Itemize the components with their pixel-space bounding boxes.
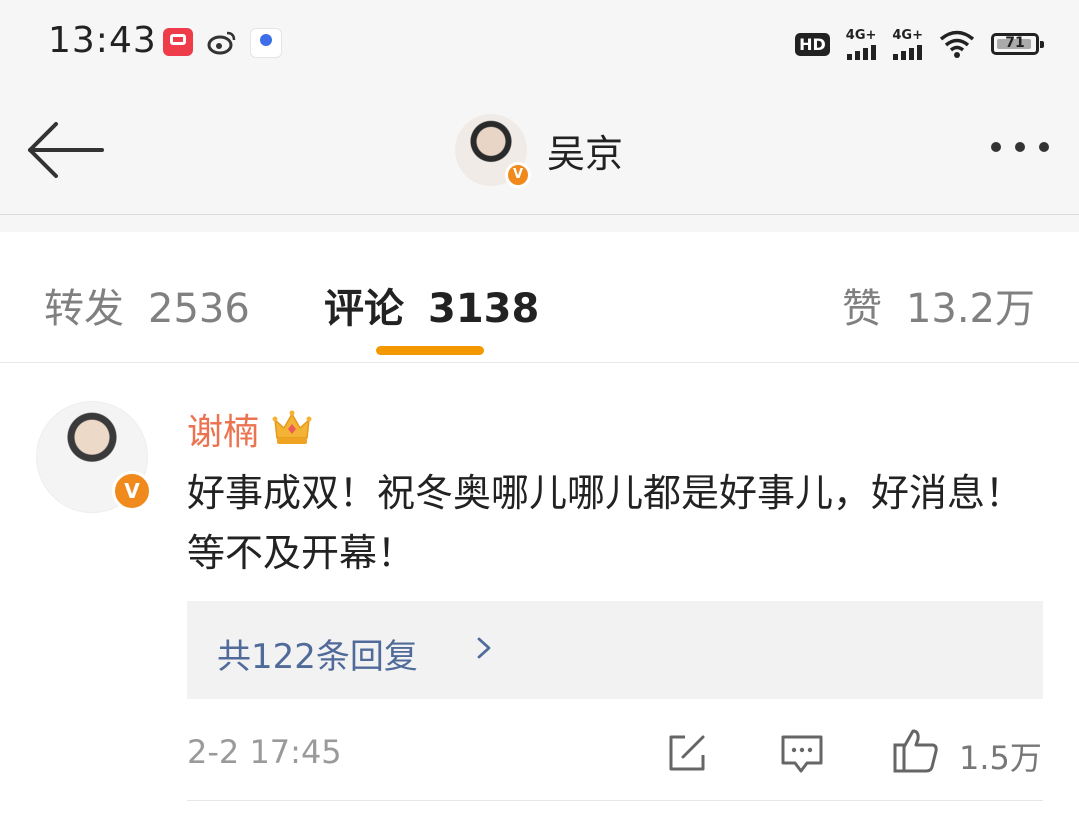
weibo-icon [207,28,237,56]
battery-icon: 71 [991,33,1044,55]
comment-timestamp: 2-2 17:45 [187,733,342,771]
verified-badge-icon: V [505,162,531,188]
tab-comments-label: 评论 [324,286,404,332]
tab-repost-count: 2536 [148,286,250,332]
comment-text: 好事成双！祝冬奥哪儿哪儿都是好事儿，好消息！等不及开幕！ [187,471,1024,575]
more-options-button[interactable] [991,142,1049,152]
crown-icon [272,410,312,444]
replies-box[interactable]: 共122条回复 [187,601,1043,699]
title-bar: V 吴京 [0,90,1079,215]
thumbs-up-icon[interactable] [891,725,941,775]
status-indicators: HD 4G+ 4G+ 71 [795,22,1044,66]
comment-author-name[interactable]: 谢楠 [187,403,259,455]
share-icon[interactable] [665,731,709,775]
comment-icon[interactable] [779,731,825,775]
tab-bar: 转发 2536 评论 3138 赞 13.2万 [0,232,1079,363]
back-arrow-icon[interactable] [24,118,108,182]
chevron-right-icon [477,637,491,659]
wifi-icon [939,30,975,58]
tab-likes[interactable]: 赞 13.2万 [842,276,1035,334]
tab-repost-label: 转发 [44,286,124,332]
hd-voice-icon: HD [795,32,830,56]
active-tab-indicator [376,346,484,355]
status-bar: 13:43 HD 4G+ 4G+ 71 [0,0,1079,90]
clock: 13:43 [48,20,157,61]
battery-level: 71 [1005,35,1025,51]
comment-like-count: 1.5万 [959,739,1042,777]
comment-list: V 谢楠 好事成双！祝冬奥哪儿哪儿都是好事儿，好消息！等不及开幕！ 共122条回… [0,363,1079,814]
tab-likes-label: 赞 [841,286,882,332]
divider [187,800,1043,801]
tab-repost[interactable]: 转发 2536 [44,276,250,334]
comment-author-row: 谢楠 [187,403,313,455]
tab-comments[interactable]: 评论 3138 [324,276,539,334]
kuaishou-icon [163,28,193,56]
baidu-icon [250,28,282,58]
tab-likes-count: 13.2万 [905,286,1035,332]
page-title: 吴京 [547,131,624,176]
sim2-signal-icon: 4G+ [892,29,923,60]
comment-avatar[interactable]: V [36,401,152,513]
sim1-signal-icon: 4G+ [845,27,877,60]
view-replies-link[interactable]: 共122条回复 [217,629,418,678]
avatar[interactable]: V [455,114,531,188]
profile-header[interactable]: V 吴京 [455,114,624,188]
sim2-network-type: 4G+ [892,27,923,43]
tab-comments-count: 3138 [428,286,540,332]
comment-footer: 2-2 17:45 1.5万 [187,719,1043,789]
sim1-network-type: 4G+ [845,27,877,43]
verified-badge-icon: V [112,471,152,511]
